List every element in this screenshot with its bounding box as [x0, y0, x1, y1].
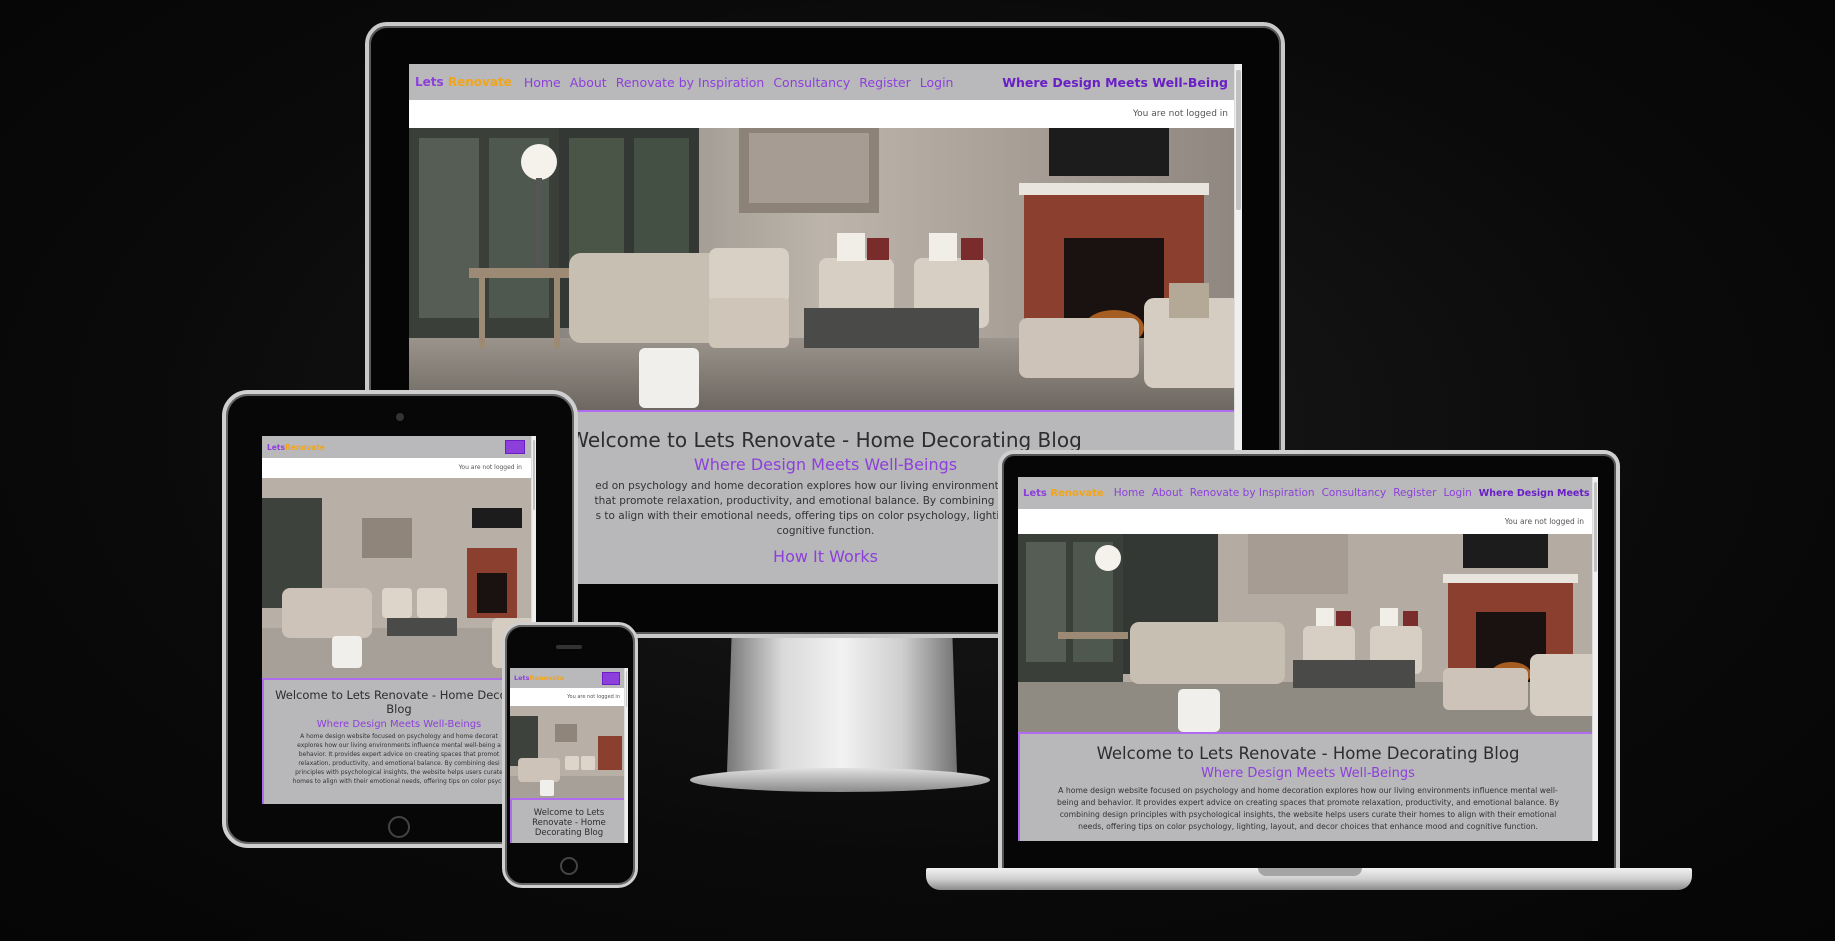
phone-heading-line-1: Welcome to Lets: [533, 808, 605, 818]
tablet-camera: [396, 413, 404, 421]
laptop-scroll-thumb[interactable]: [1594, 482, 1597, 572]
login-status: You are not logged in: [409, 100, 1242, 128]
laptop-login-status: You are not logged in: [1018, 509, 1598, 534]
tablet-brand-logo[interactable]: LetsRenovate: [267, 443, 325, 452]
tablet-login-status: You are not logged in: [262, 458, 536, 478]
laptop-intro-line-4: needs, offering tips on color psychology…: [1078, 822, 1538, 831]
laptop-page-subheading: Where Design Meets Well-Beings: [1201, 766, 1415, 781]
nav-about[interactable]: About: [570, 75, 607, 90]
phone-heading-line-2: Renovate - Home: [532, 818, 606, 828]
phone-scroll-thumb[interactable]: [626, 671, 627, 707]
tablet-intro-5: principles with psychological insights, …: [295, 769, 503, 776]
phone-brand-logo[interactable]: LetsRenovate: [514, 674, 564, 682]
laptop-nav-tagline: Where Design Meets Well-Being: [1478, 487, 1598, 499]
laptop-navbar: Lets Renovate Home About Renovate by Ins…: [1018, 477, 1598, 509]
hero-image: [409, 128, 1242, 410]
tablet-intro-1: A home design website focused on psychol…: [300, 733, 498, 740]
phone-hero-image: [510, 706, 628, 798]
tablet-navbar: LetsRenovate: [262, 436, 536, 458]
tablet-scroll-thumb[interactable]: [533, 440, 535, 510]
laptop-nav-consultancy[interactable]: Consultancy: [1322, 487, 1387, 499]
laptop-living-room-image: [1018, 534, 1598, 732]
phone-heading-line-3: Decorating Blog: [534, 828, 604, 838]
nav-login[interactable]: Login: [920, 75, 954, 90]
tablet-subheading: Where Design Meets Well-Beings: [316, 719, 482, 730]
phone-screen: LetsRenovate You are not logged in Welco…: [510, 668, 628, 843]
laptop-intro-line-2: being and behavior. It provides expert a…: [1057, 798, 1559, 807]
laptop-hero-image: [1018, 534, 1598, 732]
tablet-hero-image: [262, 478, 536, 678]
desktop-scroll-thumb[interactable]: [1236, 70, 1241, 210]
laptop-notch: [1258, 868, 1362, 876]
nav-tagline: Where Design Meets Well-Being: [1002, 74, 1228, 90]
laptop-nav-login[interactable]: Login: [1443, 487, 1471, 499]
brand-logo[interactable]: Lets Renovate: [415, 75, 512, 89]
laptop-scrollbar[interactable]: [1592, 477, 1598, 841]
tablet-menu-button[interactable]: [505, 440, 525, 454]
living-room-image: [409, 128, 1242, 410]
laptop-content: Welcome to Lets Renovate - Home Decorati…: [1018, 732, 1598, 841]
phone-navbar: LetsRenovate: [510, 668, 628, 688]
tablet-heading-line-1: Welcome to Lets Renovate - Home Decorat: [275, 688, 523, 702]
laptop-intro-line-3: combining design principles with psychol…: [1059, 810, 1557, 819]
phone-home-button[interactable]: [560, 857, 578, 875]
laptop-nav-renovate-by-inspiration[interactable]: Renovate by Inspiration: [1190, 487, 1315, 499]
nav-consultancy[interactable]: Consultancy: [773, 75, 850, 90]
tablet-home-button[interactable]: [388, 816, 410, 838]
phone-menu-button[interactable]: [602, 671, 620, 685]
phone-speaker: [556, 645, 582, 649]
nav-renovate-by-inspiration[interactable]: Renovate by Inspiration: [616, 75, 765, 90]
tablet-living-room-image: [262, 478, 536, 678]
phone-login-status: You are not logged in: [510, 688, 628, 706]
phone-living-room-image: [510, 706, 628, 798]
phone-content: Welcome to Lets Renovate - Home Decorati…: [510, 798, 628, 843]
tablet-content: Welcome to Lets Renovate - Home Decorat …: [262, 678, 536, 804]
nav-home[interactable]: Home: [524, 75, 561, 90]
laptop-nav-register[interactable]: Register: [1393, 487, 1436, 499]
laptop-page-heading: Welcome to Lets Renovate - Home Decorati…: [1096, 744, 1520, 763]
laptop-intro-line-1: A home design website focused on psychol…: [1058, 786, 1558, 795]
tablet-intro-3: behavior. It provides expert advice on c…: [298, 751, 500, 758]
laptop-nav-home[interactable]: Home: [1114, 487, 1145, 499]
tablet-intro-4: relaxation, productivity, and emotional …: [298, 760, 500, 767]
nav-register[interactable]: Register: [859, 75, 910, 90]
phone-scrollbar[interactable]: [624, 668, 628, 843]
tablet-intro-2: explores how our living environments inf…: [297, 742, 501, 749]
laptop-nav-about[interactable]: About: [1152, 487, 1183, 499]
tablet-screen: LetsRenovate You are not logged in Welco…: [262, 436, 536, 804]
desktop-navbar: Lets Renovate Home About Renovate by Ins…: [409, 64, 1242, 100]
monitor-stand-base: [690, 768, 990, 792]
monitor-stand-neck: [726, 636, 958, 778]
tablet-heading-line-2: Blog: [386, 702, 412, 716]
laptop-brand-logo[interactable]: Lets Renovate: [1023, 488, 1104, 499]
laptop-screen: Lets Renovate Home About Renovate by Ins…: [1018, 477, 1598, 841]
tablet-intro-6: homes to align with their emotional need…: [292, 778, 506, 785]
